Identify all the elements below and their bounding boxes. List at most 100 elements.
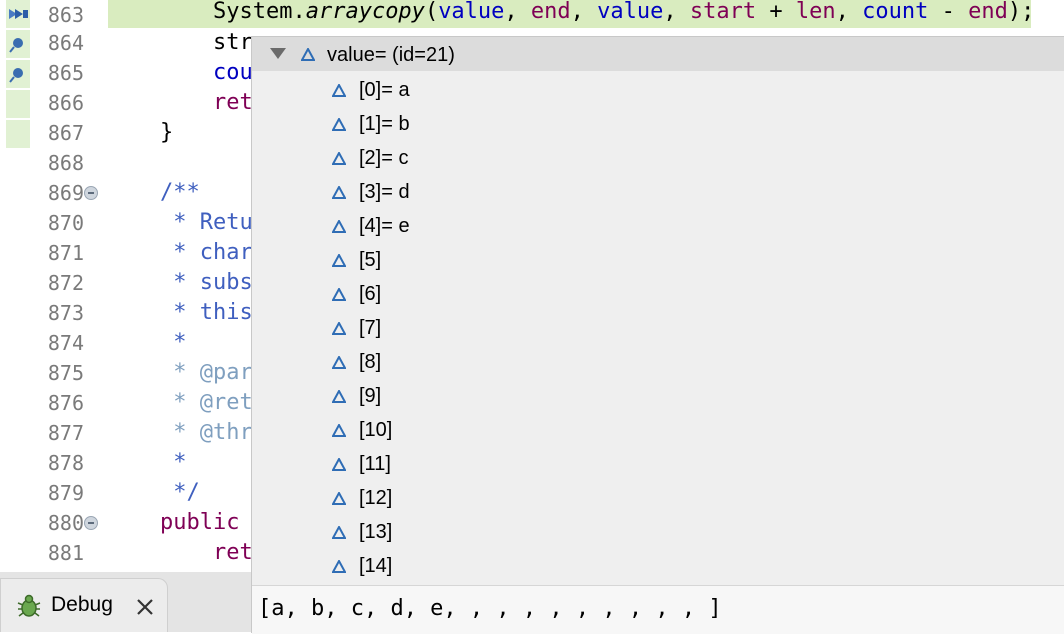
tree-child-label: [3]= d (359, 181, 410, 203)
code-text: * (160, 330, 187, 355)
line-number: 870 (47, 211, 84, 235)
tree-child-row[interactable]: [1]= b (252, 109, 1064, 143)
variable-icon (332, 492, 346, 505)
variable-icon (332, 560, 346, 573)
code-text: * char (160, 240, 253, 265)
tree-child-label: [9] (359, 385, 382, 407)
expand-triangle-icon[interactable] (270, 48, 286, 59)
line-number: 871 (47, 241, 84, 265)
variable-icon (332, 288, 346, 301)
variable-icon (332, 186, 346, 199)
step-marker-icon (6, 30, 30, 58)
tree-child-label: [13] (359, 521, 393, 543)
code-text: System.arraycopy(value, end, value, star… (213, 0, 1035, 24)
variable-icon (332, 118, 346, 131)
line-number: 866 (47, 91, 84, 115)
code-line-863[interactable]: 863 System.arraycopy(value, end, value, … (0, 0, 1064, 30)
tree-child-row[interactable]: [5] (252, 245, 1064, 279)
code-text: * @thr (160, 420, 253, 445)
line-number: 880 (47, 511, 84, 535)
tree-child-label: [1]= b (359, 113, 410, 135)
code-text: * this (160, 300, 253, 325)
tree-child-label: [8] (359, 351, 382, 373)
variable-icon (332, 322, 346, 335)
tree-child-label: [14] (359, 555, 393, 577)
variable-icon (332, 84, 346, 97)
line-number: 873 (47, 301, 84, 325)
tree-child-label: [10] (359, 419, 393, 441)
line-number: 865 (47, 61, 84, 85)
code-text: /** (160, 180, 200, 205)
tree-child-label: [4]= e (359, 215, 410, 237)
line-number: 864 (47, 31, 84, 55)
tree-child-label: [2]= c (359, 147, 409, 169)
line-number: 876 (47, 391, 84, 415)
code-text: * @par (160, 360, 253, 385)
code-text: ret (213, 540, 253, 565)
variable-icon (301, 48, 315, 61)
gutter-mark (6, 90, 30, 118)
step-marker-icon (6, 60, 30, 88)
tree-child-label: [5] (359, 249, 382, 271)
line-number: 872 (47, 271, 84, 295)
tree-child-label: [12] (359, 487, 393, 509)
variable-icon (332, 220, 346, 233)
code-text: */ (160, 480, 200, 505)
tree-child-row[interactable]: [8] (252, 347, 1064, 381)
fold-toggle-icon[interactable] (84, 516, 98, 530)
variable-icon (332, 152, 346, 165)
code-text: str (213, 30, 253, 55)
code-text: * Retu (160, 210, 253, 235)
code-text: cou (213, 60, 253, 85)
line-number: 881 (47, 541, 84, 565)
close-icon[interactable] (135, 597, 155, 622)
tree-child-row[interactable]: [4]= e (252, 211, 1064, 245)
tree-child-label: [11] (359, 453, 391, 475)
line-number: 867 (47, 121, 84, 145)
detail-pane[interactable]: [a, b, c, d, e, , , , , , , , , , ] (252, 585, 1064, 634)
line-number: 869 (47, 181, 84, 205)
code-text: * @ret (160, 390, 253, 415)
code-text: * (160, 450, 187, 475)
code-text: * subs (160, 270, 253, 295)
line-number: 879 (47, 481, 84, 505)
detail-value: [a, b, c, d, e, , , , , , , , , , ] (258, 596, 722, 621)
line-number: 875 (47, 361, 84, 385)
current-instruction-icon (6, 0, 30, 28)
code-text: public (160, 510, 240, 535)
debug-view-tab[interactable]: Debug (0, 578, 168, 632)
debug-tab-label: Debug (51, 593, 113, 616)
tree-child-row[interactable]: [3]= d (252, 177, 1064, 211)
gutter-mark (6, 120, 30, 148)
variable-icon (332, 424, 346, 437)
tree-root-row[interactable]: value= (id=21) (252, 37, 1064, 71)
tree-child-label: [7] (359, 317, 382, 339)
line-number: 878 (47, 451, 84, 475)
tree-child-label: [6] (359, 283, 382, 305)
line-number: 874 (47, 331, 84, 355)
tree-root-label: value= (id=21) (327, 44, 455, 66)
code-text: ret (213, 90, 253, 115)
tree-child-row[interactable]: [10] (252, 415, 1064, 449)
tree-child-row[interactable]: [11] (252, 449, 1064, 483)
variable-icon (332, 526, 346, 539)
tree-child-label: [0]= a (359, 79, 410, 101)
tree-child-row[interactable]: [2]= c (252, 143, 1064, 177)
inspect-popup[interactable]: value= (id=21) [0]= a [1]= b [2]= c [3]=… (251, 36, 1064, 634)
code-text: } (160, 120, 174, 145)
line-number: 877 (47, 421, 84, 445)
tree-child-row[interactable]: [13] (252, 517, 1064, 551)
tree-child-row[interactable]: [14] (252, 551, 1064, 585)
tree-child-row[interactable]: [6] (252, 279, 1064, 313)
variable-icon (332, 390, 346, 403)
tree-child-row[interactable]: [7] (252, 313, 1064, 347)
line-number: 863 (47, 3, 84, 27)
fold-toggle-icon[interactable] (84, 186, 98, 200)
tree-child-row[interactable]: [9] (252, 381, 1064, 415)
tree-child-row[interactable]: [0]= a (252, 75, 1064, 109)
variable-icon (332, 254, 346, 267)
variable-icon (332, 458, 346, 471)
variable-icon (332, 356, 346, 369)
tree-child-row[interactable]: [12] (252, 483, 1064, 517)
bug-icon (15, 593, 43, 624)
